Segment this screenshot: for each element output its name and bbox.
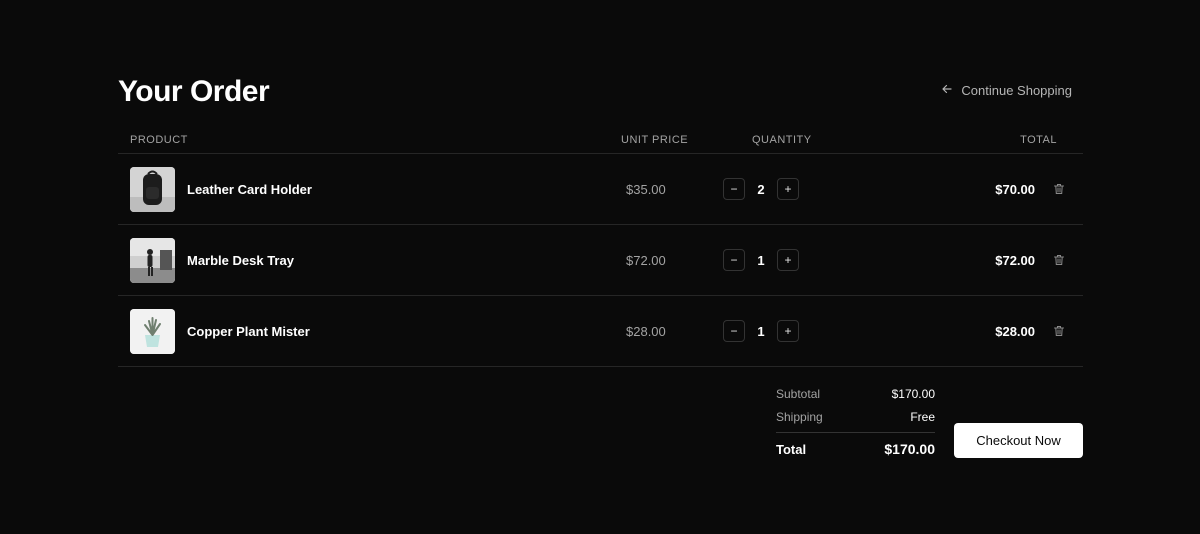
table-row: Leather Card Holder $35.00 − 2 + $70.00 (118, 154, 1083, 225)
total-label: Total (776, 442, 807, 457)
unit-price: $72.00 (626, 253, 666, 268)
product-thumbnail (130, 167, 175, 212)
shipping-value: Free (910, 410, 935, 424)
quantity-stepper: − 1 + (723, 320, 799, 342)
trash-icon[interactable] (1053, 183, 1065, 195)
plant-photo-icon (130, 309, 175, 354)
unit-price: $35.00 (626, 182, 666, 197)
total-value: $170.00 (884, 441, 935, 457)
increment-button[interactable]: + (777, 320, 799, 342)
quantity-stepper: − 1 + (723, 249, 799, 271)
table-row: Marble Desk Tray $72.00 − 1 + $72.00 (118, 225, 1083, 296)
total-row: Total $170.00 (776, 433, 935, 463)
page-header: Your Order Continue Shopping (118, 72, 1082, 112)
product-name[interactable]: Leather Card Holder (187, 182, 312, 197)
increment-button[interactable]: + (777, 249, 799, 271)
backpack-photo-icon (130, 167, 175, 212)
arrow-left-icon (941, 83, 953, 98)
unit-price: $28.00 (626, 324, 666, 339)
person-photo-icon (130, 238, 175, 283)
continue-shopping-label: Continue Shopping (961, 83, 1072, 98)
table-row: Copper Plant Mister $28.00 − 1 + $28.00 (118, 296, 1083, 367)
quantity-stepper: − 2 + (723, 178, 799, 200)
order-summary: Subtotal $170.00 Shipping Free Total $17… (776, 380, 935, 463)
row-total: $72.00 (995, 253, 1035, 268)
product-thumbnail (130, 309, 175, 354)
trash-icon[interactable] (1053, 254, 1065, 266)
continue-shopping-link[interactable]: Continue Shopping (941, 83, 1072, 98)
product-name[interactable]: Copper Plant Mister (187, 324, 310, 339)
column-header-unit-price: UNIT PRICE (621, 134, 689, 146)
subtotal-value: $170.00 (891, 387, 935, 401)
decrement-button[interactable]: − (723, 320, 745, 342)
shipping-row: Shipping Free (776, 403, 935, 426)
page-title: Your Order (118, 75, 270, 108)
subtotal-label: Subtotal (776, 387, 821, 401)
trash-icon[interactable] (1053, 325, 1065, 337)
decrement-button[interactable]: − (723, 249, 745, 271)
increment-button[interactable]: + (777, 178, 799, 200)
product-name[interactable]: Marble Desk Tray (187, 253, 294, 268)
product-thumbnail (130, 238, 175, 283)
table-header: PRODUCT UNIT PRICE QUANTITY TOTAL (118, 126, 1083, 154)
shipping-label: Shipping (776, 410, 823, 424)
decrement-button[interactable]: − (723, 178, 745, 200)
cart-table: PRODUCT UNIT PRICE QUANTITY TOTAL Leathe… (118, 126, 1083, 367)
checkout-button[interactable]: Checkout Now (954, 423, 1083, 458)
row-total: $70.00 (995, 182, 1035, 197)
quantity-value: 2 (757, 181, 765, 197)
column-header-product: PRODUCT (130, 134, 188, 146)
column-header-quantity: QUANTITY (752, 134, 812, 146)
subtotal-row: Subtotal $170.00 (776, 380, 935, 403)
quantity-value: 1 (757, 252, 765, 268)
order-page: Your Order Continue Shopping PRODUCT UNI… (0, 0, 1200, 534)
quantity-value: 1 (757, 323, 765, 339)
row-total: $28.00 (995, 324, 1035, 339)
column-header-total: TOTAL (1020, 134, 1057, 146)
